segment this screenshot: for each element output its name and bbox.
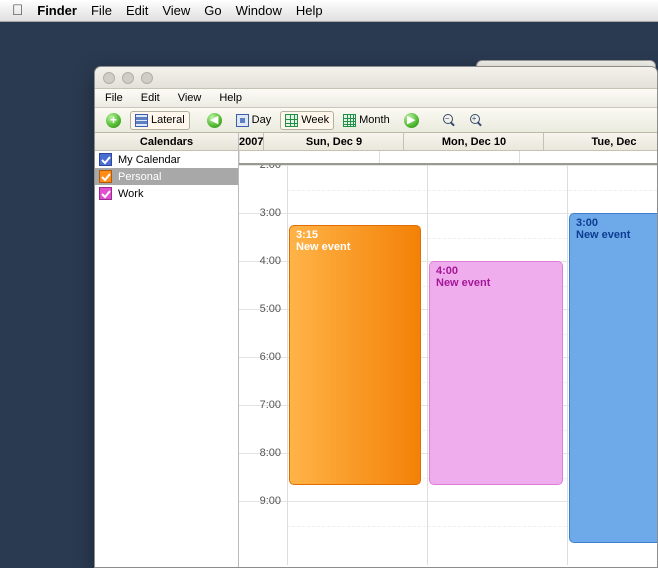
next-button[interactable]: ▶ [399,110,424,131]
menubar-item-help[interactable]: Help [296,3,323,18]
traffic-light-zoom-icon[interactable] [141,72,153,84]
calendar-item-personal[interactable]: Personal [95,168,238,185]
day-label: Day [252,114,272,126]
day-header-tue[interactable]: Tue, Dec [544,133,657,150]
arrow-left-icon: ◀ [207,113,222,128]
calendar-label: My Calendar [118,154,180,166]
day-view-button[interactable]: Day [231,111,277,130]
day-header-mon[interactable]: Mon, Dec 10 [404,133,544,150]
sidebar-header: Calendars [95,133,238,151]
lateral-label: Lateral [151,114,185,126]
calendar-checkbox[interactable] [99,153,112,166]
prev-button[interactable]: ◀ [202,110,227,131]
hour-label: 5:00 [239,303,287,315]
traffic-light-close-icon[interactable] [103,72,115,84]
week-icon [285,114,298,127]
app-menu-file[interactable]: File [105,92,123,104]
lateral-view-button[interactable]: Lateral [130,111,190,130]
event-title: New event [436,277,556,289]
event-violet[interactable]: 4:00 New event [429,261,563,485]
day-icon [236,114,249,127]
event-time: 4:00 [436,265,556,277]
hour-label: 8:00 [239,447,287,459]
calendar-checkbox[interactable] [99,187,112,200]
magnifier-plus-icon: + [470,114,483,127]
hour-label: 4:00 [239,255,287,267]
app-menubar: File Edit View Help [95,89,657,108]
week-label: Week [301,114,329,126]
month-icon [343,114,356,127]
zoom-in-button[interactable]: + [465,111,488,130]
event-time: 3:00 [576,217,657,229]
toolbar: Lateral ◀ Day Week Month ▶ − + [95,108,657,133]
magnifier-minus-icon: − [443,114,456,127]
menubar-item-window[interactable]: Window [236,3,282,18]
day-header-row: 2007 Sun, Dec 9 Mon, Dec 10 Tue, Dec [239,133,657,151]
plus-icon [106,113,121,128]
grid-body[interactable]: 2:00 3:00 4:00 5:00 6:00 7:00 8:00 9:00 [239,165,657,565]
window-titlebar[interactable] [95,67,657,89]
app-menu-view[interactable]: View [178,92,202,104]
event-title: New event [296,241,414,253]
menubar-item-view[interactable]: View [162,3,190,18]
allday-row [239,151,657,165]
app-menu-edit[interactable]: Edit [141,92,160,104]
menubar-item-file[interactable]: File [91,3,112,18]
apple-menu-icon[interactable]:  [12,0,23,22]
event-title: New event [576,229,657,241]
calendar-label: Work [118,188,143,200]
app-menu-help[interactable]: Help [219,92,242,104]
calendar-window: File Edit View Help Lateral ◀ Day Week M… [94,66,658,568]
hour-label: 6:00 [239,351,287,363]
menubar-app-name[interactable]: Finder [37,3,77,18]
lateral-icon [135,114,148,127]
hour-label: 3:00 [239,207,287,219]
month-label: Month [359,114,390,126]
zoom-out-button[interactable]: − [438,111,461,130]
traffic-light-minimize-icon[interactable] [122,72,134,84]
calendars-sidebar: Calendars My Calendar Personal Work [95,133,239,567]
calendar-label: Personal [118,171,161,183]
calendar-grid: 2007 Sun, Dec 9 Mon, Dec 10 Tue, Dec 2:0… [239,133,657,567]
hour-label: 7:00 [239,399,287,411]
month-view-button[interactable]: Month [338,111,395,130]
mac-menubar:  Finder File Edit View Go Window Help [0,0,658,22]
calendar-item-work[interactable]: Work [95,185,238,202]
event-orange[interactable]: 3:15 New event [289,225,421,485]
menubar-item-go[interactable]: Go [204,3,221,18]
hour-label: 9:00 [239,495,287,507]
calendar-checkbox[interactable] [99,170,112,183]
event-time: 3:15 [296,229,414,241]
calendar-item-my-calendar[interactable]: My Calendar [95,151,238,168]
day-header-sun[interactable]: Sun, Dec 9 [264,133,404,150]
year-label: 2007 [239,133,264,150]
week-view-button[interactable]: Week [280,111,334,130]
event-blue[interactable]: 3:00 New event [569,213,657,543]
add-event-button[interactable] [101,110,126,131]
hour-label: 2:00 [239,165,287,171]
arrow-right-icon: ▶ [404,113,419,128]
menubar-item-edit[interactable]: Edit [126,3,148,18]
